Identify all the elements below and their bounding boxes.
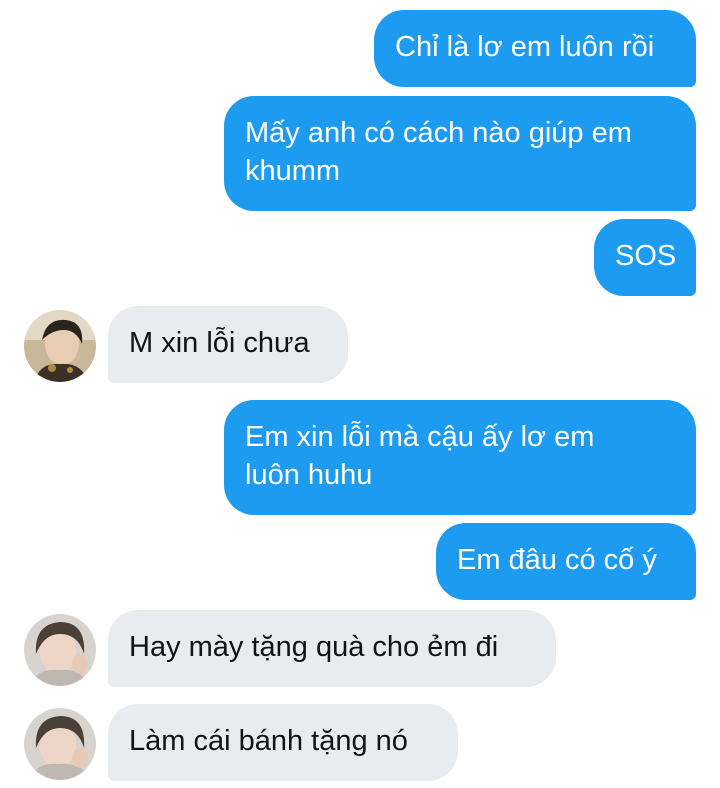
message-bubble-outgoing[interactable]: Chỉ là lơ em luôn rồi xyxy=(374,10,696,87)
avatar-photo-icon xyxy=(24,310,96,382)
user-avatar[interactable] xyxy=(24,310,96,382)
user-avatar[interactable] xyxy=(24,614,96,686)
user-avatar[interactable] xyxy=(24,708,96,780)
avatar-photo-icon xyxy=(24,708,96,780)
avatar-photo-icon xyxy=(24,614,96,686)
message-bubble-incoming[interactable]: M xin lỗi chưa xyxy=(108,306,348,383)
message-bubble-outgoing[interactable]: Mấy anh có cách nào giúp em khumm xyxy=(224,96,696,211)
message-bubble-incoming[interactable]: Hay mày tặng quà cho ẻm đi xyxy=(108,610,556,687)
message-bubble-outgoing[interactable]: Em xin lỗi mà cậu ấy lơ em luôn huhu xyxy=(224,400,696,515)
message-bubble-outgoing[interactable]: SOS xyxy=(594,219,696,296)
message-thread: Chỉ là lơ em luôn rồi Mấy anh có cách nà… xyxy=(0,0,720,788)
message-bubble-outgoing[interactable]: Em đâu có cố ý xyxy=(436,523,696,600)
message-bubble-incoming[interactable]: Làm cái bánh tặng nó xyxy=(108,704,458,781)
